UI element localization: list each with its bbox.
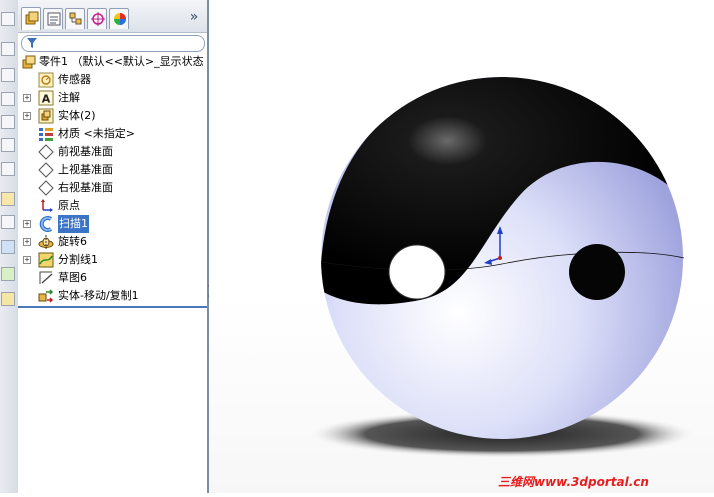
toolbar-button[interactable] xyxy=(1,267,15,281)
tree-item-label: 实体-移动/复制1 xyxy=(58,289,139,302)
toolbar-button[interactable] xyxy=(1,68,15,82)
tree-item-label: 分割线1 xyxy=(58,253,98,266)
tree-item-label: 材质 <未指定> xyxy=(58,127,135,140)
toolbar-button[interactable] xyxy=(1,115,15,129)
toolbar-button[interactable] xyxy=(1,12,15,26)
sketch-icon xyxy=(39,271,53,284)
plane-icon xyxy=(38,180,54,196)
tree-item-label: 注解 xyxy=(58,91,80,104)
toolbar-button[interactable] xyxy=(1,240,15,254)
tree-item-sketch6[interactable]: 草图6 xyxy=(18,269,207,287)
tree-root-label: 零件1 （默认<<默认>_显示状态 xyxy=(39,55,204,68)
toolbar-button[interactable] xyxy=(1,215,15,229)
tab-configuration-manager[interactable] xyxy=(65,8,85,29)
tree-item-label-selected: 扫描1 xyxy=(58,215,89,233)
display-manager-icon xyxy=(114,13,126,25)
more-tabs-chevron-icon[interactable]: » xyxy=(186,9,202,25)
tab-dimxpert[interactable] xyxy=(87,8,107,29)
toolbar-button[interactable] xyxy=(1,162,15,176)
expand-plus-icon[interactable]: + xyxy=(23,220,31,228)
configuration-manager-icon xyxy=(69,12,82,25)
toolbar-button[interactable] xyxy=(1,192,15,206)
tree-item-solid-bodies[interactable]: + 实体(2) xyxy=(18,107,207,125)
tree-item-sensors[interactable]: 传感器 xyxy=(18,71,207,89)
tree-item-right-plane[interactable]: 右视基准面 xyxy=(18,179,207,197)
tab-feature-manager[interactable] xyxy=(21,7,41,30)
tree-item-label: 实体(2) xyxy=(58,109,96,122)
tree-item-label: 草图6 xyxy=(58,271,87,284)
feature-tree-filter-input[interactable] xyxy=(21,35,205,52)
split-line-icon xyxy=(38,252,54,268)
tree-item-label: 前视基准面 xyxy=(58,145,113,158)
sweep-icon xyxy=(39,216,53,232)
tree-item-revolve6[interactable]: + 旋转6 xyxy=(18,233,207,251)
expand-plus-icon[interactable]: + xyxy=(23,94,31,102)
tree-root-part[interactable]: 零件1 （默认<<默认>_显示状态 xyxy=(18,53,207,71)
tree-item-annotations[interactable]: + A 注解 xyxy=(18,89,207,107)
toolbar-button[interactable] xyxy=(1,42,15,56)
expand-plus-icon[interactable]: + xyxy=(23,238,31,246)
feature-manager-panel: » 零件1 （默认<<默认>_显示状态 传感器 + A 注解 + 实体(2) 材… xyxy=(18,0,209,493)
tab-display-manager[interactable] xyxy=(109,8,129,29)
left-command-toolbar xyxy=(0,0,19,493)
plane-icon xyxy=(38,144,54,160)
manager-tab-bar: » xyxy=(18,0,207,33)
sensor-icon xyxy=(38,72,54,88)
tree-item-label: 旋转6 xyxy=(58,235,87,248)
rollback-bar[interactable] xyxy=(18,306,207,308)
graphics-viewport[interactable] xyxy=(209,0,714,493)
annotation-icon: A xyxy=(38,90,54,106)
plane-icon xyxy=(38,162,54,178)
tree-item-top-plane[interactable]: 上视基准面 xyxy=(18,161,207,179)
tree-item-label: 右视基准面 xyxy=(58,181,113,194)
material-icon xyxy=(39,128,53,141)
site-watermark: 三维网www.3dportal.cn xyxy=(498,475,649,489)
tab-property-manager[interactable] xyxy=(43,8,63,29)
move-copy-body-icon xyxy=(38,289,54,303)
toolbar-button[interactable] xyxy=(1,138,15,152)
tree-item-front-plane[interactable]: 前视基准面 xyxy=(18,143,207,161)
tree-item-material[interactable]: 材质 <未指定> xyxy=(18,125,207,143)
toolbar-button[interactable] xyxy=(1,292,15,306)
svg-text:A: A xyxy=(42,93,51,106)
property-manager-icon xyxy=(47,12,61,26)
tree-item-label: 上视基准面 xyxy=(58,163,113,176)
tree-item-split-line1[interactable]: + 分割线1 xyxy=(18,251,207,269)
expand-plus-icon[interactable]: + xyxy=(23,256,31,264)
origin-icon xyxy=(41,199,53,212)
yin-yang-sphere-model[interactable] xyxy=(209,0,714,493)
feature-manager-icon xyxy=(25,11,39,25)
part-icon xyxy=(22,55,36,69)
dark-hole xyxy=(569,244,625,300)
tree-item-origin[interactable]: 原点 xyxy=(18,197,207,215)
toolbar-button[interactable] xyxy=(1,92,15,106)
expand-plus-icon[interactable]: + xyxy=(23,112,31,120)
dimxpert-icon xyxy=(91,12,105,26)
tree-item-sweep1[interactable]: + 扫描1 xyxy=(18,215,207,233)
revolve-icon xyxy=(38,235,54,249)
solid-bodies-icon xyxy=(38,108,54,124)
tree-item-label: 原点 xyxy=(58,199,80,212)
tree-item-label: 传感器 xyxy=(58,73,91,86)
tree-item-move-copy-body1[interactable]: 实体-移动/复制1 xyxy=(18,287,207,305)
filter-icon xyxy=(27,38,37,48)
